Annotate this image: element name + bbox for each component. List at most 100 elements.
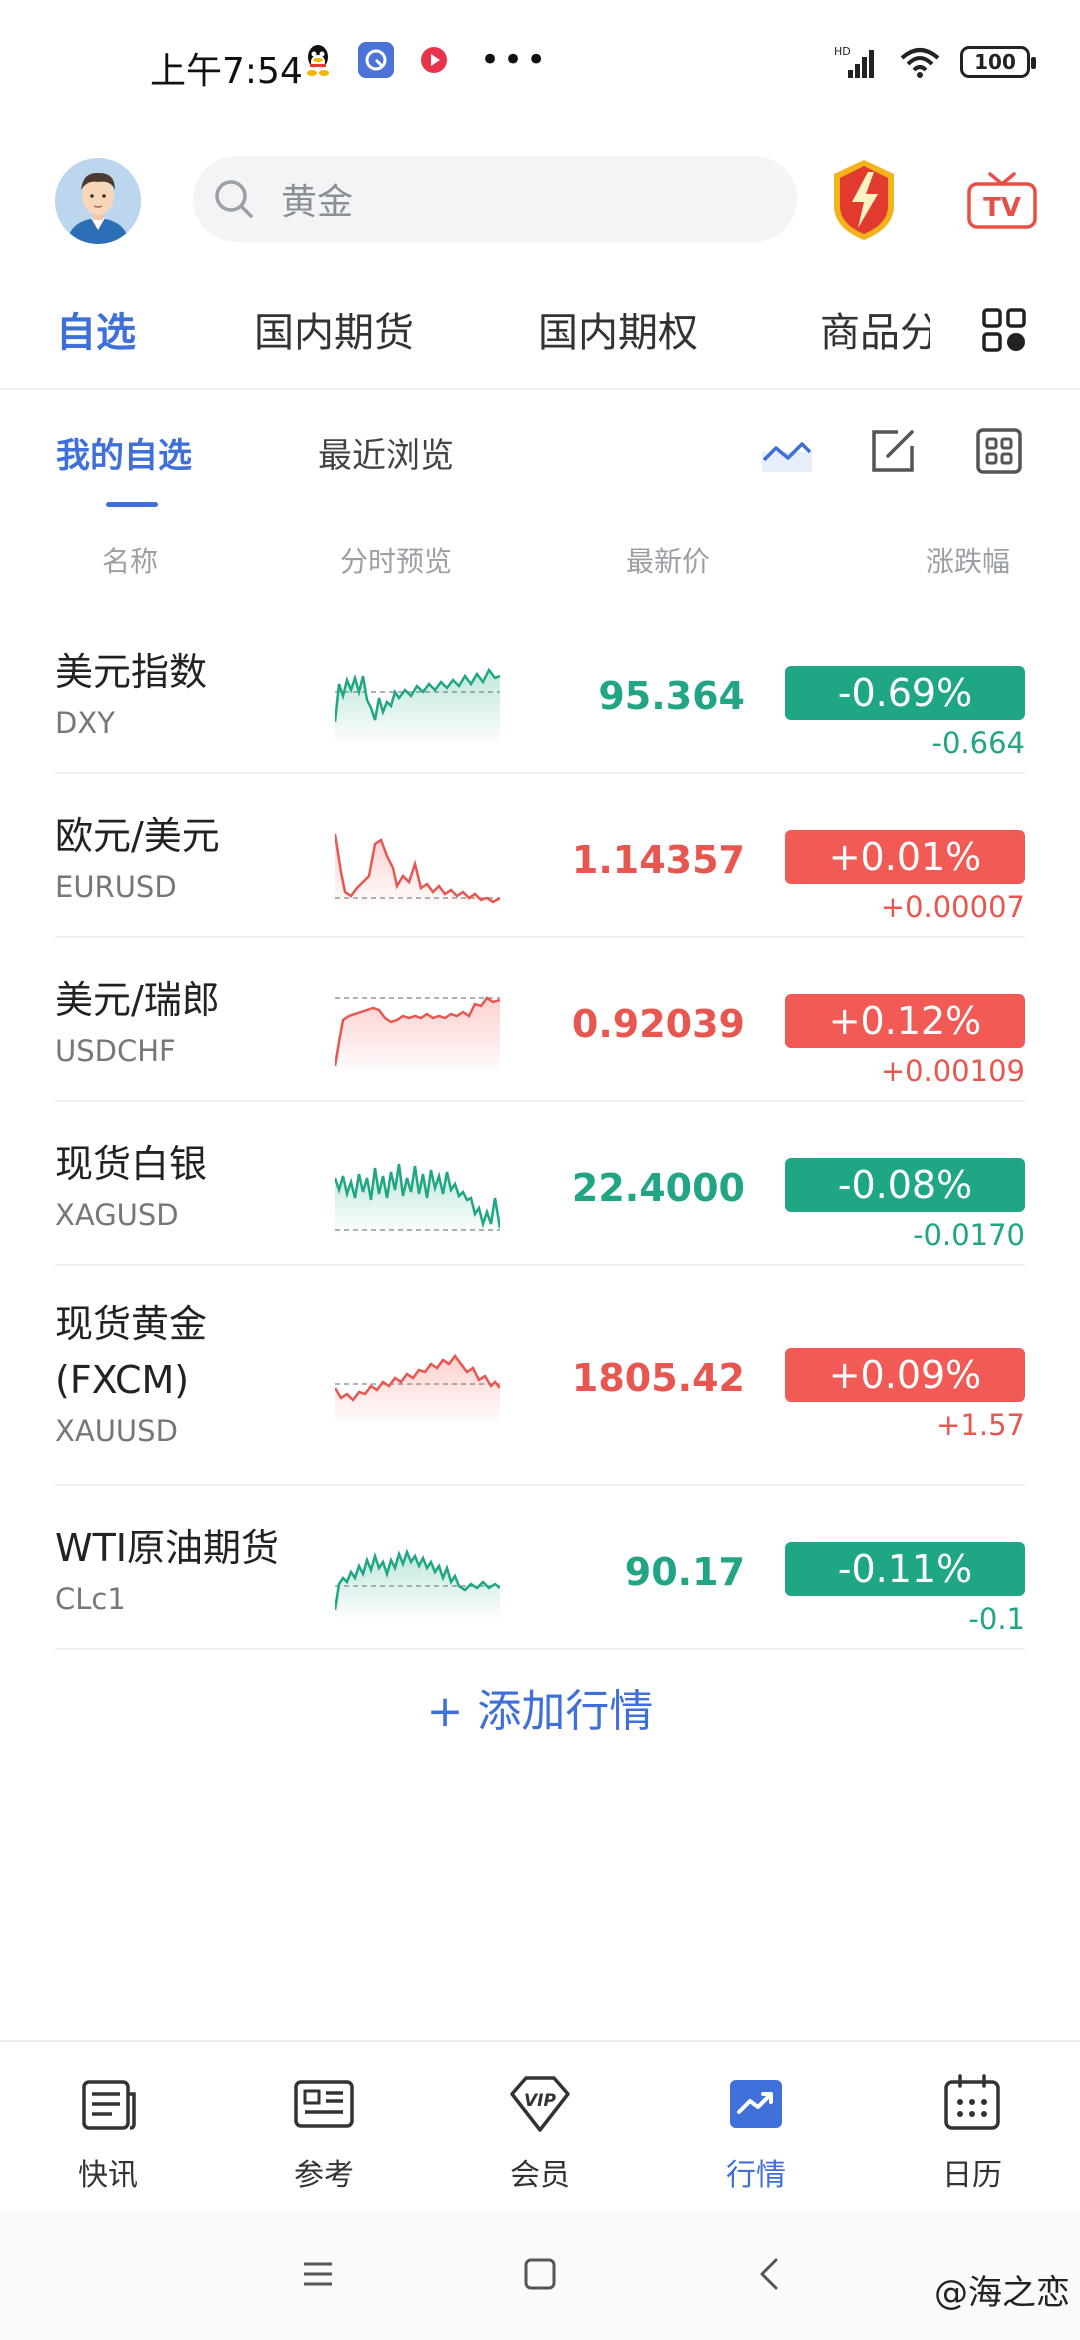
search-input[interactable]: 黄金 xyxy=(281,173,353,225)
column-name: 名称 xyxy=(102,545,159,578)
nav-label: 行情 xyxy=(726,2158,786,2193)
watchlist-row[interactable]: 现货白银 XAGUSD 22.4000 -0.08% -0.0170 xyxy=(55,1102,1025,1266)
sparkline-chart xyxy=(335,1163,500,1234)
watchlist-row[interactable]: 现货黄金 (FXCM) XAUUSD 1805.42 +0.09% +1.57 xyxy=(55,1266,1025,1486)
instrument-name: 现货白银 xyxy=(55,1142,208,1186)
change-value: +0.00007 xyxy=(880,890,1025,924)
watchlist-row[interactable]: 美元/瑞郎 USDCHF 0.92039 +0.12% +0.00109 xyxy=(55,938,1025,1102)
bottom-nav: 快讯 参考 VIP 会员 行情 日历 xyxy=(0,2040,1080,2210)
instrument-name-suffix: (FXCM) xyxy=(55,1358,190,1402)
nav-label: 快讯 xyxy=(78,2158,138,2193)
status-notification-icons: ••• xyxy=(300,42,549,78)
instrument-name: 美元指数 xyxy=(55,650,208,694)
vip-icon: VIP xyxy=(510,2076,570,2132)
last-price: 1805.42 xyxy=(571,1356,745,1400)
tab-watchlist[interactable]: 自选 xyxy=(56,300,136,358)
tab-commodities[interactable]: 商品分 xyxy=(820,310,930,356)
search-bar[interactable]: 黄金 xyxy=(193,156,797,242)
flash-badge-icon[interactable] xyxy=(828,156,900,242)
back-icon[interactable] xyxy=(748,2252,792,2296)
instrument-code: DXY xyxy=(55,706,115,740)
tv-live-icon[interactable]: TV xyxy=(966,170,1038,230)
change-value: +1.57 xyxy=(936,1408,1025,1442)
change-value: -0.664 xyxy=(931,726,1026,760)
system-nav-bar xyxy=(0,2210,1080,2340)
nav-news[interactable]: 快讯 xyxy=(48,2072,168,2194)
wifi-icon xyxy=(900,48,940,78)
change-pct-badge[interactable]: -0.69% xyxy=(785,666,1025,720)
status-system-icons: HD 100 xyxy=(834,44,1036,80)
sparkline-chart xyxy=(335,833,500,906)
tab-domestic-options[interactable]: 国内期权 xyxy=(538,300,698,358)
qq-icon xyxy=(300,42,336,78)
instrument-name: 欧元/美元 xyxy=(55,814,220,858)
top-bar: 黄金 TV xyxy=(0,150,1080,250)
watchlist-row[interactable]: 欧元/美元 EURUSD 1.14357 +0.01% +0.00007 xyxy=(55,774,1025,938)
nav-label: 参考 xyxy=(294,2158,354,2193)
instrument-code: EURUSD xyxy=(55,870,177,904)
battery-icon: 100 xyxy=(960,46,1036,78)
instrument-code: XAUUSD xyxy=(55,1414,178,1448)
change-value: +0.00109 xyxy=(880,1054,1025,1088)
change-pct-badge[interactable]: -0.11% xyxy=(785,1542,1025,1596)
tab-my-watchlist[interactable]: 我的自选 xyxy=(56,428,192,477)
more-notifications-icon: ••• xyxy=(480,40,550,80)
signal-icon: HD xyxy=(834,45,874,78)
tab-recently-viewed[interactable]: 最近浏览 xyxy=(318,428,454,477)
column-intraday-preview: 分时预览 xyxy=(340,545,453,578)
instrument-name: 现货黄金 xyxy=(55,1302,208,1346)
more-categories-icon[interactable] xyxy=(982,308,1026,352)
instrument-code: USDCHF xyxy=(55,1034,176,1068)
calendar-icon xyxy=(944,2074,1000,2130)
search-icon xyxy=(215,180,253,218)
nav-vip[interactable]: VIP 会员 xyxy=(480,2072,600,2194)
category-tabs: 自选 国内期货 国内期权 商品分 xyxy=(0,290,1080,370)
divider xyxy=(0,388,1080,390)
change-pct-badge[interactable]: +0.12% xyxy=(785,994,1025,1048)
change-value: -0.0170 xyxy=(913,1218,1025,1252)
menu-icon[interactable] xyxy=(296,2252,340,2296)
nav-label: 会员 xyxy=(510,2158,570,2193)
nav-label: 日历 xyxy=(942,2158,1002,2193)
last-price: 22.4000 xyxy=(571,1166,745,1210)
instrument-code: XAGUSD xyxy=(55,1198,179,1232)
column-last-price[interactable]: 最新价 xyxy=(626,540,710,580)
home-icon[interactable] xyxy=(518,2252,562,2296)
last-price: 0.92039 xyxy=(571,1002,745,1046)
change-pct-badge[interactable]: +0.01% xyxy=(785,830,1025,884)
sparkline-chart xyxy=(335,1353,500,1422)
trend-chart-icon[interactable] xyxy=(762,426,812,476)
last-price: 1.14357 xyxy=(571,838,745,882)
reference-icon xyxy=(294,2080,354,2128)
grid-view-icon[interactable] xyxy=(974,426,1024,476)
tab-commodities-clip: 商品分 xyxy=(820,300,930,358)
change-pct-badge[interactable]: -0.08% xyxy=(785,1158,1025,1212)
nav-reference[interactable]: 参考 xyxy=(264,2072,384,2194)
last-price: 95.364 xyxy=(598,674,745,718)
sparkline-chart xyxy=(335,667,500,742)
sparkline-chart xyxy=(335,996,500,1070)
sub-tabs: 我的自选 最近浏览 xyxy=(0,420,1080,520)
status-time: 上午7:54 xyxy=(150,51,303,92)
change-value: -0.1 xyxy=(968,1602,1025,1636)
watchlist-row[interactable]: WTI原油期货 CLc1 90.17 -0.11% -0.1 xyxy=(55,1486,1025,1650)
market-icon xyxy=(730,2080,782,2128)
nav-market[interactable]: 行情 xyxy=(696,2072,816,2194)
instrument-name: WTI原油期货 xyxy=(55,1526,279,1570)
add-instrument-button[interactable]: + 添加行情 xyxy=(0,1675,1080,1739)
status-bar: 上午7:54 ••• HD 100 xyxy=(0,0,1080,130)
column-headers: 名称 分时预览 最新价 涨跌幅 xyxy=(0,540,1080,590)
active-tab-indicator xyxy=(106,502,158,507)
change-pct-badge[interactable]: +0.09% xyxy=(785,1348,1025,1402)
column-change-pct[interactable]: 涨跌幅 xyxy=(926,540,1010,580)
avatar[interactable] xyxy=(55,158,141,244)
nav-calendar[interactable]: 日历 xyxy=(912,2072,1032,2194)
news-icon xyxy=(82,2080,136,2130)
svg-text:HD: HD xyxy=(834,45,851,58)
svg-text:TV: TV xyxy=(983,193,1021,223)
watermark: @海之恋 xyxy=(934,2273,1070,2313)
watchlist-row[interactable]: 美元指数 DXY 95.364 -0.69% -0.664 xyxy=(55,610,1025,774)
tab-domestic-futures[interactable]: 国内期货 xyxy=(254,300,414,358)
instrument-code: CLc1 xyxy=(55,1582,126,1616)
edit-icon[interactable] xyxy=(868,426,918,476)
